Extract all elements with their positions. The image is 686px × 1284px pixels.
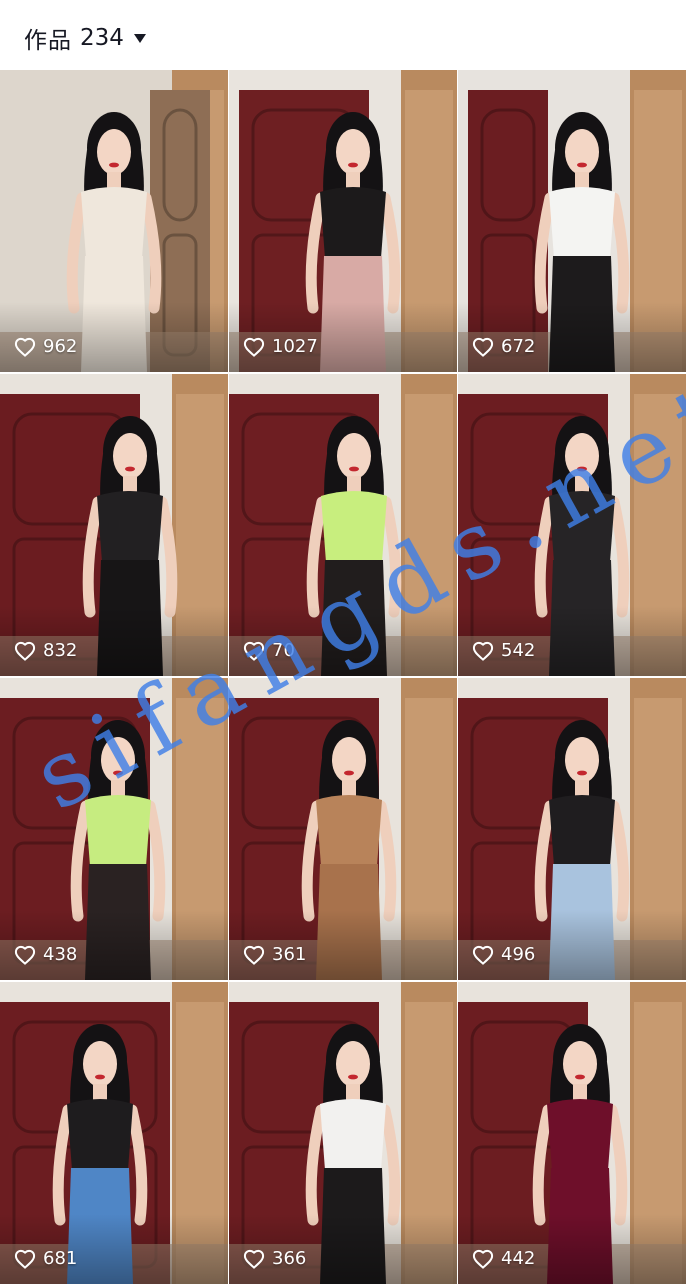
video-grid: 962 1027 672 832 70 542 438 361 496 681 366 442	[0, 70, 686, 1284]
like-count: 438	[14, 944, 77, 965]
video-tile[interactable]: 496	[458, 678, 686, 980]
like-count: 366	[243, 1248, 306, 1269]
like-count: 1027	[243, 336, 318, 357]
like-count-value: 672	[501, 336, 536, 357]
heart-outline-icon	[472, 337, 494, 357]
heart-outline-icon	[14, 641, 36, 661]
video-tile[interactable]: 681	[0, 982, 228, 1284]
video-tile[interactable]: 366	[229, 982, 457, 1284]
heart-outline-icon	[472, 641, 494, 661]
works-label: 作品	[24, 28, 72, 54]
heart-outline-icon	[472, 1249, 494, 1269]
heart-outline-icon	[14, 945, 36, 965]
like-count: 962	[14, 336, 77, 357]
like-count-value: 366	[272, 1248, 307, 1269]
video-tile[interactable]: 1027	[229, 70, 457, 372]
like-count: 832	[14, 640, 77, 661]
video-tile[interactable]: 438	[0, 678, 228, 980]
heart-outline-icon	[14, 337, 36, 357]
heart-outline-icon	[243, 337, 265, 357]
like-count-value: 681	[43, 1248, 78, 1269]
video-tile[interactable]: 542	[458, 374, 686, 676]
like-count-value: 361	[272, 944, 307, 965]
video-tile[interactable]: 70	[229, 374, 457, 676]
video-tile[interactable]: 832	[0, 374, 228, 676]
video-tile[interactable]: 672	[458, 70, 686, 372]
like-count-value: 1027	[272, 336, 318, 357]
heart-outline-icon	[472, 945, 494, 965]
like-count-value: 70	[272, 640, 295, 661]
heart-outline-icon	[243, 1249, 265, 1269]
like-count: 442	[472, 1248, 535, 1269]
video-tile[interactable]: 442	[458, 982, 686, 1284]
like-count: 70	[243, 640, 295, 661]
like-count-value: 496	[501, 944, 536, 965]
like-count: 496	[472, 944, 535, 965]
like-count-value: 442	[501, 1248, 536, 1269]
works-dropdown-button[interactable]: 作品 234	[24, 22, 146, 54]
heart-outline-icon	[243, 945, 265, 965]
profile-works-header: 作品 234	[0, 0, 686, 70]
like-count: 361	[243, 944, 306, 965]
works-count: 234	[80, 25, 124, 51]
heart-outline-icon	[243, 641, 265, 661]
like-count-value: 438	[43, 944, 78, 965]
like-count: 681	[14, 1248, 77, 1269]
video-tile[interactable]: 361	[229, 678, 457, 980]
video-tile[interactable]: 962	[0, 70, 228, 372]
caret-down-icon	[133, 33, 146, 43]
heart-outline-icon	[14, 1249, 36, 1269]
like-count-value: 832	[43, 640, 78, 661]
like-count: 672	[472, 336, 535, 357]
like-count-value: 962	[43, 336, 78, 357]
like-count-value: 542	[501, 640, 536, 661]
like-count: 542	[472, 640, 535, 661]
